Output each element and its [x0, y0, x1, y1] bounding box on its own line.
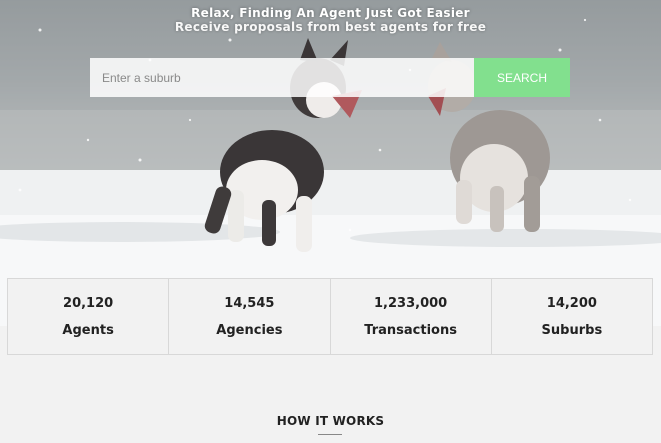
- stat-value: 14,200: [546, 295, 597, 311]
- stat-agencies: 14,545 Agencies: [169, 279, 331, 354]
- stat-value: 14,545: [224, 295, 275, 311]
- hero-subtitle: Receive proposals from best agents for f…: [174, 20, 487, 34]
- stat-label: Suburbs: [541, 322, 603, 338]
- how-it-works-heading: HOW IT WORKS: [276, 414, 385, 428]
- stat-transactions: 1,233,000 Transactions: [331, 279, 492, 354]
- hero-tagline: Relax, Finding An Agent Just Got Easier: [191, 6, 470, 20]
- stat-agents: 20,120 Agents: [8, 279, 170, 354]
- suburb-search-bar: SEARCH: [90, 58, 570, 97]
- heading-underline: [318, 434, 342, 435]
- stat-label: Agents: [62, 322, 114, 338]
- search-button[interactable]: SEARCH: [474, 58, 570, 97]
- suburb-search-input[interactable]: [90, 58, 474, 97]
- stat-suburbs: 14,200 Suburbs: [492, 279, 652, 354]
- stat-value: 20,120: [63, 295, 114, 311]
- stat-label: Transactions: [364, 322, 457, 338]
- stat-value: 1,233,000: [374, 295, 448, 311]
- stat-label: Agencies: [216, 322, 283, 338]
- stats-panel: 20,120 Agents 14,545 Agencies 1,233,000 …: [7, 278, 653, 355]
